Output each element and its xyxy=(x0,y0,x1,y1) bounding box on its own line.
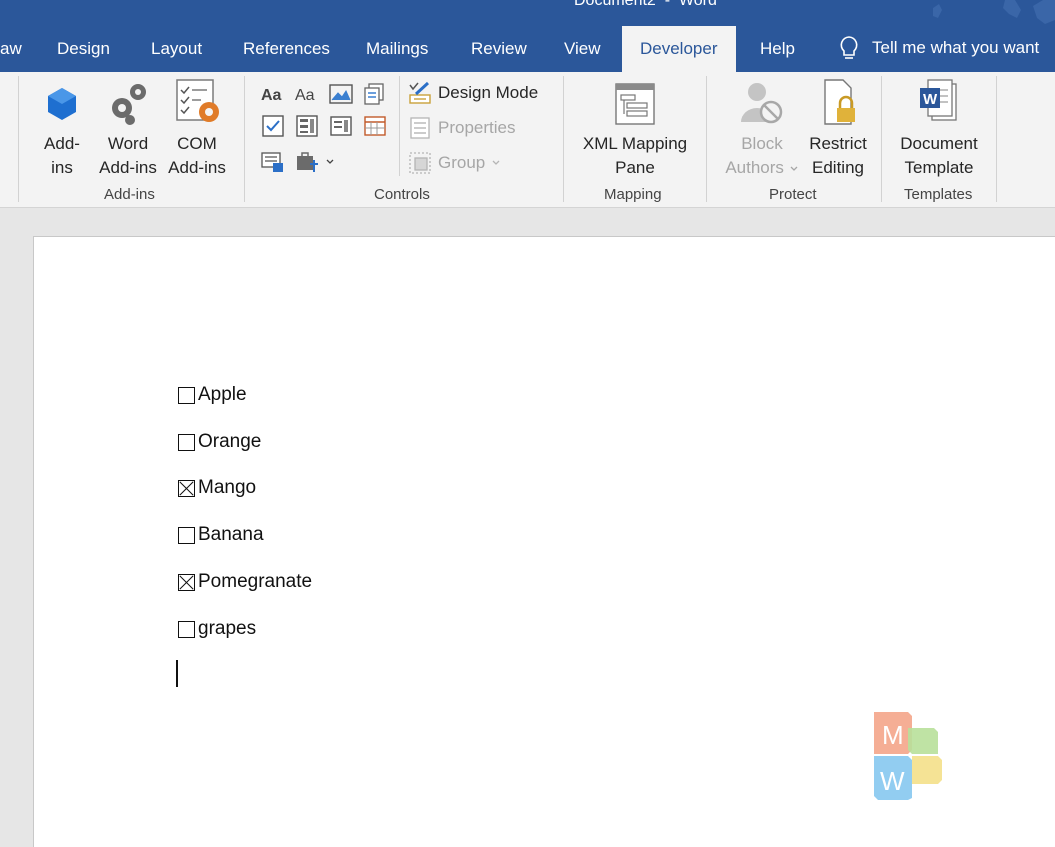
word-document-icon: W xyxy=(920,79,957,121)
ribbon-separator xyxy=(563,76,564,202)
xml-mapping-pane-icon xyxy=(615,83,655,125)
ribbon-separator xyxy=(881,76,882,202)
checkbox-unchecked[interactable] xyxy=(178,620,195,638)
document-template-button[interactable]: W Document Template xyxy=(894,76,984,180)
design-mode-icon xyxy=(409,81,431,104)
drop-down-list-content-control-icon[interactable] xyxy=(329,114,353,138)
date-picker-content-control-icon[interactable] xyxy=(363,114,387,138)
com-add-ins-button[interactable]: COM Add-ins xyxy=(164,76,230,180)
ribbon: Add- ins Word Add-ins COM Add-ins Add-in… xyxy=(0,72,1055,208)
group-button[interactable]: Group xyxy=(408,150,507,176)
plain-text-content-control-icon[interactable]: Aa xyxy=(295,82,319,106)
checklist-item-orange[interactable]: Orange xyxy=(178,429,261,455)
repeating-section-content-control-icon[interactable] xyxy=(261,150,285,174)
tab-mailings[interactable]: Mailings xyxy=(366,38,428,60)
tab-design[interactable]: Design xyxy=(57,38,110,60)
checkbox-unchecked[interactable] xyxy=(178,433,195,451)
checklist-item-mango[interactable]: Mango xyxy=(178,475,256,501)
restrict-editing-lock-icon xyxy=(824,79,855,125)
checklist-item-label: grapes xyxy=(198,618,257,639)
svg-text:Aa: Aa xyxy=(295,87,315,104)
checklist-item-grapes[interactable]: grapes xyxy=(178,616,256,642)
add-ins-button[interactable]: Add- ins xyxy=(36,76,88,180)
checklist-item-label: Orange xyxy=(198,431,262,452)
checklist-item-label: Apple xyxy=(198,384,247,405)
check-box-content-control-icon[interactable] xyxy=(261,114,285,138)
group-label-templates: Templates xyxy=(904,186,973,203)
gears-icon xyxy=(112,84,146,125)
group-label-protect: Protect xyxy=(769,186,817,203)
group-label-add-ins: Add-ins xyxy=(104,186,155,203)
properties-button[interactable]: Properties xyxy=(408,115,515,141)
checklist-item-label: Pomegranate xyxy=(198,571,313,592)
group-label-controls: Controls xyxy=(374,186,430,203)
block-authors-icon xyxy=(741,83,783,124)
add-ins-hexagon-icon xyxy=(48,88,76,120)
restrict-editing-button[interactable]: Restrict Editing xyxy=(806,76,870,180)
ribbon-separator xyxy=(244,76,245,202)
chevron-down-icon[interactable] xyxy=(325,158,335,166)
checkbox-checked[interactable] xyxy=(178,479,195,497)
checklist-item-banana[interactable]: Banana xyxy=(178,522,264,548)
properties-icon xyxy=(410,117,430,139)
building-block-gallery-icon[interactable] xyxy=(363,82,387,106)
mw-watermark-logo: M W xyxy=(874,712,942,800)
tab-references[interactable]: References xyxy=(243,38,330,60)
ribbon-separator xyxy=(706,76,707,202)
checklist-item-apple[interactable]: Apple xyxy=(178,382,247,408)
group-icon xyxy=(409,152,431,174)
com-add-ins-icon xyxy=(176,79,219,122)
legacy-tools-icon[interactable] xyxy=(295,150,319,174)
group-label-mapping: Mapping xyxy=(604,186,662,203)
window-title: Document2 - Word xyxy=(574,0,717,9)
word-add-ins-button[interactable]: Word Add-ins xyxy=(94,76,162,180)
ribbon-separator xyxy=(996,76,997,202)
checkbox-unchecked[interactable] xyxy=(178,386,195,404)
tell-me-search[interactable]: Tell me what you want xyxy=(838,34,1039,62)
xml-mapping-pane-button[interactable]: XML Mapping Pane xyxy=(576,76,694,180)
checkbox-unchecked[interactable] xyxy=(178,526,195,544)
ribbon-separator xyxy=(18,76,19,202)
tab-review[interactable]: Review xyxy=(471,38,527,60)
checklist-item-label: Mango xyxy=(198,477,257,498)
lightbulb-icon xyxy=(840,36,858,59)
svg-text:W: W xyxy=(923,91,938,108)
svg-text:Aa: Aa xyxy=(261,87,282,104)
chevron-down-icon xyxy=(492,160,500,165)
logo-letter-w: W xyxy=(880,766,905,796)
title-bar: Document2 - Word aw Design Layout Refere… xyxy=(0,0,1055,72)
tab-help[interactable]: Help xyxy=(760,38,795,60)
picture-content-control-icon[interactable] xyxy=(329,82,353,106)
block-authors-button[interactable]: Block Authors xyxy=(720,76,804,180)
design-mode-button[interactable]: Design Mode xyxy=(408,80,538,106)
combo-box-content-control-icon[interactable] xyxy=(295,114,319,138)
checkbox-checked[interactable] xyxy=(178,573,195,591)
checklist-item-pomegranate[interactable]: Pomegranate xyxy=(178,569,312,595)
tab-view[interactable]: View xyxy=(564,38,601,60)
tab-draw[interactable]: aw xyxy=(0,38,22,60)
tab-layout[interactable]: Layout xyxy=(151,38,202,60)
ribbon-separator xyxy=(399,76,400,176)
text-cursor xyxy=(176,660,178,687)
logo-letter-m: M xyxy=(882,720,904,750)
tell-me-text: Tell me what you want xyxy=(872,38,1040,57)
checklist-item-label: Banana xyxy=(198,524,264,545)
rich-text-content-control-icon[interactable]: Aa xyxy=(261,82,285,106)
chevron-down-icon xyxy=(790,166,798,171)
tab-developer[interactable]: Developer xyxy=(622,26,736,72)
